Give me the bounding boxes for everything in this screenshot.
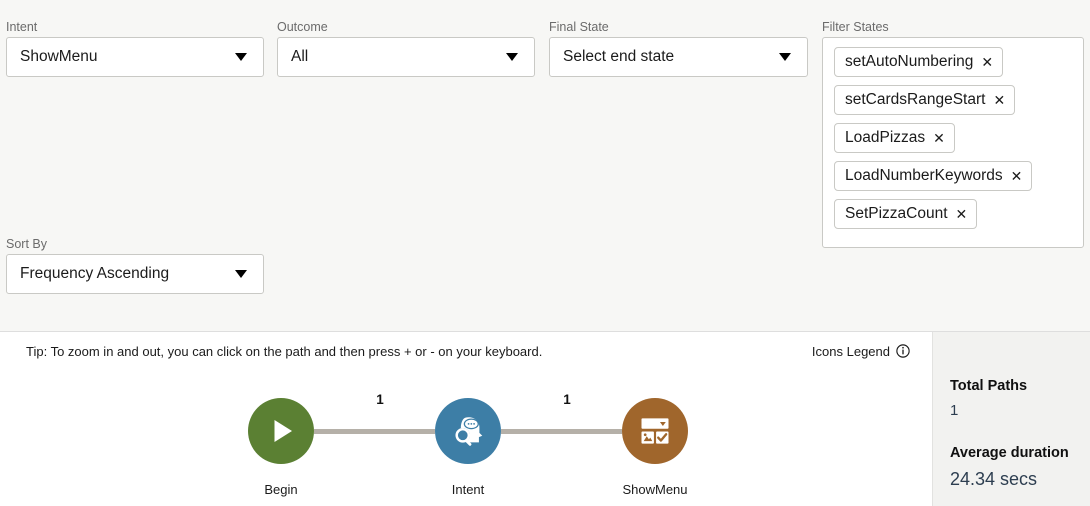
- graph-node-label: Intent: [451, 482, 485, 497]
- filter-state-chip[interactable]: setCardsRangeStart ✕: [834, 85, 1016, 115]
- graph-node-circle[interactable]: [435, 398, 501, 464]
- graph-node-circle[interactable]: [248, 398, 314, 464]
- intent-filter: Intent ShowMenu: [6, 20, 264, 77]
- remove-chip-icon[interactable]: ✕: [993, 93, 1005, 107]
- icons-legend-button[interactable]: Icons Legend: [812, 344, 910, 359]
- remove-chip-icon[interactable]: ✕: [1011, 169, 1023, 183]
- tip-bar: Tip: To zoom in and out, you can click o…: [0, 332, 932, 370]
- icons-legend-label: Icons Legend: [811, 343, 890, 359]
- filter-states-chip-list[interactable]: setAutoNumbering ✕ setCardsRangeStart ✕ Load…: [822, 37, 1084, 248]
- outcome-filter: Outcome All: [277, 20, 535, 77]
- intent-head-search-icon: [449, 412, 487, 450]
- show-menu-card-icon: [637, 413, 673, 449]
- chevron-down-icon: [235, 53, 247, 61]
- filter-state-chip[interactable]: setAutoNumbering ✕: [834, 47, 1004, 77]
- total-paths-value: 1: [950, 402, 959, 419]
- filter-states-label: Filter States: [822, 20, 889, 34]
- stats-sidebar: Total Paths 1 Average duration 24.34 sec…: [932, 332, 1090, 506]
- graph-edge[interactable]: [501, 429, 622, 434]
- intent-selected-value: ShowMenu: [20, 48, 98, 65]
- chevron-down-icon: [235, 270, 247, 278]
- chevron-down-icon: [506, 53, 518, 61]
- chevron-down-icon: [779, 53, 791, 61]
- intent-select[interactable]: ShowMenu: [6, 37, 264, 77]
- intent-label: Intent: [6, 20, 38, 34]
- average-duration-value: 24.34 secs: [950, 469, 1038, 489]
- remove-chip-icon[interactable]: ✕: [933, 131, 945, 145]
- average-duration-label: Average duration: [950, 445, 1069, 461]
- graph-node-label: Begin: [264, 482, 298, 497]
- final-state-label: Final State: [549, 20, 609, 34]
- remove-chip-icon[interactable]: ✕: [981, 55, 993, 69]
- filter-state-chip-label: LoadPizzas: [845, 129, 926, 146]
- filter-state-chip[interactable]: LoadPizzas ✕: [834, 123, 955, 153]
- info-icon: [896, 344, 910, 358]
- filters-area: Intent ShowMenu Outcome All Final State …: [0, 0, 1090, 330]
- tip-text: Tip: To zoom in and out, you can click o…: [26, 343, 543, 359]
- final-state-filter: Final State Select end state: [549, 20, 808, 77]
- outcome-label: Outcome: [277, 20, 328, 34]
- graph-pane: Tip: To zoom in and out, you can click o…: [0, 332, 932, 506]
- filter-states-field: Filter States setAutoNumbering ✕ setCardsR…: [822, 20, 1084, 248]
- sort-by-selected-value: Frequency Ascending: [20, 265, 170, 282]
- outcome-select[interactable]: All: [277, 37, 535, 77]
- edge-count-label: 1: [563, 392, 571, 407]
- path-flow-graph[interactable]: 1 1 Begin Intent ShowMenu: [0, 370, 932, 506]
- graph-node-label: ShowMenu: [622, 482, 688, 497]
- filter-state-chip-label: setAutoNumbering: [845, 53, 974, 70]
- sort-by-filter: Sort By Frequency Ascending: [6, 237, 264, 294]
- filter-state-chip-label: SetPizzaCount: [845, 205, 948, 222]
- graph-edge[interactable]: [314, 429, 435, 434]
- edge-count-label: 1: [376, 392, 384, 407]
- final-state-selected-value: Select end state: [563, 48, 675, 65]
- sort-by-label: Sort By: [6, 237, 47, 251]
- remove-chip-icon[interactable]: ✕: [956, 207, 968, 221]
- play-icon: [261, 411, 301, 451]
- filter-state-chip-label: LoadNumberKeywords: [845, 167, 1003, 184]
- outcome-selected-value: All: [291, 48, 309, 65]
- final-state-select[interactable]: Select end state: [549, 37, 808, 77]
- path-visualization-panel: Tip: To zoom in and out, you can click o…: [0, 331, 1090, 506]
- filter-state-chip-label: setCardsRangeStart: [845, 91, 986, 108]
- sort-by-select[interactable]: Frequency Ascending: [6, 254, 264, 294]
- filter-state-chip[interactable]: SetPizzaCount ✕: [834, 199, 978, 229]
- graph-node-circle[interactable]: [622, 398, 688, 464]
- total-paths-label: Total Paths: [950, 378, 1028, 394]
- filter-state-chip[interactable]: LoadNumberKeywords ✕: [834, 161, 1033, 191]
